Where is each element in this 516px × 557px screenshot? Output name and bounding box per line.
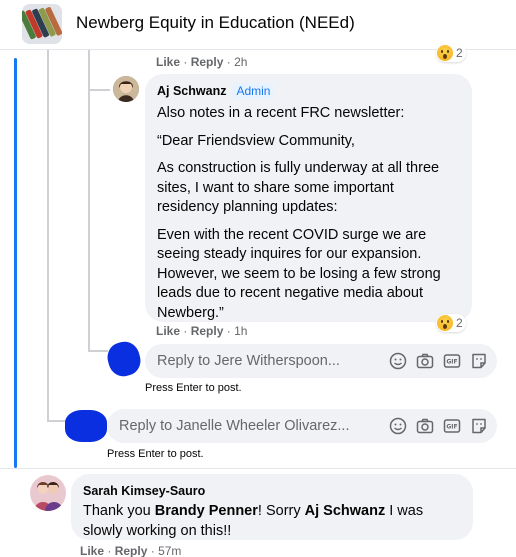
redacted-avatar (104, 338, 144, 380)
like-link[interactable]: Like (80, 544, 104, 557)
separator: · (226, 324, 231, 338)
camera-icon[interactable] (416, 352, 434, 370)
separator: · (183, 55, 188, 69)
like-link[interactable]: Like (156, 324, 180, 338)
comment-actions: Like · Reply · 1h (156, 324, 247, 338)
comment-timestamp[interactable]: 2h (234, 55, 247, 69)
svg-text:GIF: GIF (446, 424, 457, 431)
sticker-icon[interactable] (470, 352, 488, 370)
comment-timestamp[interactable]: 57m (158, 544, 181, 557)
comment-text-line: Even with the recent COVID surge we are … (157, 226, 441, 321)
reaction-summary[interactable]: 2 (436, 44, 466, 62)
comment-author[interactable]: Aj Schwanz (157, 84, 226, 98)
sticker-icon[interactable] (470, 417, 488, 435)
separator: · (150, 544, 155, 557)
camera-icon[interactable] (416, 417, 434, 435)
comment-actions: Like · Reply · 57m (80, 544, 181, 557)
separator: · (226, 55, 231, 69)
mention-link[interactable]: Brandy Penner (155, 503, 258, 519)
reply-input[interactable]: Reply to Janelle Wheeler Olivarez... (119, 418, 389, 434)
group-avatar[interactable] (22, 4, 62, 44)
comment-text-segment: ! Sorry (257, 503, 305, 519)
comment-text-line: Also notes in a recent FRC newsletter: (157, 105, 405, 121)
reaction-count: 2 (456, 316, 463, 330)
reply-input[interactable]: Reply to Jere Witherspoon... (157, 353, 389, 369)
emoji-icon[interactable] (389, 417, 407, 435)
gif-icon[interactable]: GIF (443, 417, 461, 435)
wow-emoji-icon (437, 45, 453, 61)
emoji-icon[interactable] (389, 352, 407, 370)
reply-composer[interactable]: Reply to Janelle Wheeler Olivarez... GIF (107, 409, 497, 443)
separator: · (107, 544, 112, 557)
comment-bubble: Aj Schwanz Admin Also notes in a recent F… (145, 74, 472, 322)
press-enter-hint: Press Enter to post. (107, 448, 204, 460)
reply-composer[interactable]: Reply to Jere Witherspoon... GIF (145, 344, 497, 378)
separator: · (183, 324, 188, 338)
thread-branch-reply (88, 350, 108, 352)
press-enter-hint: Press Enter to post. (145, 382, 242, 394)
previous-comment-actions: Like · Reply · 2h (156, 55, 247, 69)
comment-author[interactable]: Sarah Kimsey-Sauro (83, 484, 205, 498)
avatar[interactable] (30, 475, 66, 511)
admin-badge: Admin (232, 83, 275, 99)
comment-text: Thank you Brandy Penner! Sorry Aj Schwan… (83, 502, 461, 541)
group-header: Newberg Equity in Education (NEEd) (0, 0, 516, 50)
like-link[interactable]: Like (156, 55, 180, 69)
mention-link[interactable]: Aj Schwanz (305, 503, 386, 519)
comment-text-line: As construction is fully underway at all… (157, 160, 440, 215)
thread-branch (88, 89, 110, 91)
comment-bubble: Sarah Kimsey-Sauro Thank you Brandy Penn… (71, 474, 473, 540)
thread-line-outer (47, 50, 49, 420)
comment-text-line: “Dear Friendsview Community, (157, 132, 355, 149)
group-title[interactable]: Newberg Equity in Education (NEEd) (76, 13, 355, 33)
comment-text-segment: Thank you (83, 503, 155, 519)
gif-icon[interactable]: GIF (443, 352, 461, 370)
comment-timestamp[interactable]: 1h (234, 324, 247, 338)
reply-link[interactable]: Reply (191, 324, 224, 338)
reply-link[interactable]: Reply (191, 55, 224, 69)
svg-text:GIF: GIF (446, 359, 457, 366)
thread-indicator-line (14, 58, 17, 468)
avatar[interactable] (113, 76, 139, 102)
thread-branch-reply-2 (47, 420, 67, 422)
reply-link[interactable]: Reply (115, 544, 148, 557)
redacted-avatar (65, 410, 107, 442)
reaction-count: 2 (456, 46, 463, 60)
divider (0, 468, 516, 469)
wow-emoji-icon (437, 315, 453, 331)
thread-line-inner (88, 50, 90, 350)
reaction-summary[interactable]: 2 (436, 314, 466, 332)
